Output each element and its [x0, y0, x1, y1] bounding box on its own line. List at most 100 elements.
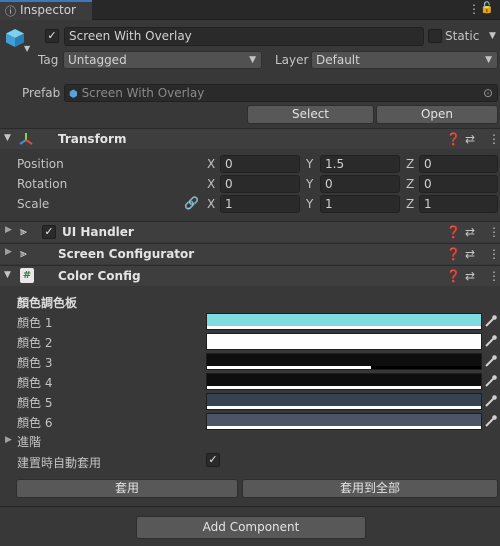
color-label: 顏色 3	[17, 356, 53, 370]
color-label: 顏色 6	[17, 416, 53, 430]
foldout-collapsed-icon[interactable]: ▶	[5, 435, 12, 445]
position-y-field[interactable]: 1.5	[320, 155, 400, 173]
foldout-expanded-icon[interactable]: ▼	[4, 133, 11, 143]
alpha-bar	[207, 406, 481, 409]
gameobject-cube-icon[interactable]	[4, 27, 26, 49]
position-x-field[interactable]: 0	[220, 155, 300, 173]
scale-z-axis: Z	[406, 197, 415, 211]
add-component-button[interactable]: Add Component	[136, 516, 366, 539]
transform-title: Transform	[58, 132, 127, 146]
chevron-down-icon: ▼	[485, 55, 492, 65]
scale-label: Scale	[17, 197, 50, 211]
foldout-collapsed-icon[interactable]: ▶	[5, 247, 12, 257]
eyedropper-icon[interactable]	[484, 374, 500, 390]
position-z-field[interactable]: 0	[419, 155, 498, 173]
script-icon: ⫸	[20, 224, 27, 238]
scale-y-field[interactable]: 1	[320, 195, 400, 213]
color-config-title: Color Config	[58, 269, 141, 283]
color-swatch[interactable]	[206, 353, 482, 370]
eyedropper-icon[interactable]	[484, 394, 500, 410]
chevron-down-icon: ▼	[249, 55, 256, 65]
color-swatch[interactable]	[206, 333, 482, 350]
ui-handler-header[interactable]: ▶ ⫸ ✓ UI Handler ❓ ⇄ ⋮	[0, 221, 500, 242]
scale-x-axis: X	[207, 197, 216, 211]
select-button[interactable]: Select	[247, 105, 374, 124]
alpha-bar	[207, 386, 481, 389]
prefab-label: Prefab	[22, 86, 61, 100]
script-icon: ⫸	[20, 246, 27, 260]
rotation-x-field[interactable]: 0	[220, 175, 300, 193]
scale-x-field[interactable]: 1	[220, 195, 300, 213]
screen-configurator-header[interactable]: ▶ ⫸ Screen Configurator ❓ ⇄ ⋮	[0, 243, 500, 264]
alpha-bar	[207, 366, 372, 369]
open-button[interactable]: Open	[376, 105, 498, 124]
link-icon[interactable]: 🔗	[184, 196, 199, 210]
more-options-icon[interactable]: ⋮	[488, 269, 500, 283]
help-icon[interactable]: ❓	[446, 225, 461, 239]
eyedropper-icon[interactable]	[484, 414, 500, 430]
rotation-x-axis: X	[207, 177, 216, 191]
advanced-foldout-label[interactable]: 進階	[17, 433, 41, 450]
screen-configurator-title: Screen Configurator	[58, 247, 195, 261]
prefab-field[interactable]: ⬢ Screen With Overlay ⊙	[64, 84, 498, 102]
target-icon[interactable]: ⊙	[483, 85, 493, 101]
more-options-icon[interactable]: ⋮	[488, 225, 500, 239]
rotation-y-field[interactable]: 0	[320, 175, 400, 193]
auto-apply-checkbox[interactable]: ✓	[206, 453, 220, 467]
color-swatch[interactable]	[206, 313, 482, 330]
foldout-expanded-icon[interactable]: ▼	[4, 270, 11, 280]
lock-icon[interactable]: 🔓	[480, 1, 494, 14]
color-swatch[interactable]	[206, 373, 482, 390]
scale-y-axis: Y	[306, 197, 314, 211]
presets-icon[interactable]: ⇄	[465, 247, 475, 261]
info-icon: ⓘ	[5, 5, 16, 18]
eyedropper-icon[interactable]	[484, 314, 500, 330]
color-config-header[interactable]: ▼ # Color Config ❓ ⇄ ⋮	[0, 265, 500, 286]
static-checkbox[interactable]	[428, 29, 442, 43]
rotation-label: Rotation	[17, 177, 68, 191]
csharp-script-icon: #	[20, 268, 34, 283]
presets-icon[interactable]: ⇄	[465, 132, 475, 146]
apply-all-button[interactable]: 套用到全部	[242, 479, 498, 498]
transform-icon	[17, 130, 35, 148]
more-options-icon[interactable]: ⋮	[488, 132, 500, 146]
more-options-icon[interactable]: ⋮	[468, 2, 480, 16]
ui-handler-enabled-checkbox[interactable]: ✓	[42, 225, 56, 239]
foldout-collapsed-icon[interactable]: ▶	[5, 225, 12, 235]
position-z-axis: Z	[406, 157, 415, 171]
color-label: 顏色 5	[17, 396, 53, 410]
tab-inspector-label: Inspector	[20, 3, 76, 17]
presets-icon[interactable]: ⇄	[465, 225, 475, 239]
layer-dropdown[interactable]: Default ▼	[311, 51, 498, 69]
active-checkbox[interactable]: ✓	[45, 29, 59, 43]
rotation-z-field[interactable]: 0	[419, 175, 498, 193]
color-label: 顏色 2	[17, 336, 53, 350]
color-swatch[interactable]	[206, 393, 482, 410]
prefab-icon: ⬢	[69, 89, 78, 100]
apply-button[interactable]: 套用	[16, 479, 238, 498]
alpha-bar	[207, 326, 481, 329]
position-label: Position	[17, 157, 64, 171]
help-icon[interactable]: ❓	[446, 247, 461, 261]
layer-dropdown-value: Default	[316, 53, 360, 67]
more-options-icon[interactable]: ⋮	[488, 247, 500, 261]
alpha-bar	[207, 346, 481, 349]
scale-z-field[interactable]: 1	[419, 195, 498, 213]
eyedropper-icon[interactable]	[484, 354, 500, 370]
tab-inspector[interactable]: ⓘ Inspector	[0, 0, 92, 20]
static-label: Static	[445, 29, 480, 43]
object-name-field[interactable]: Screen With Overlay	[64, 27, 424, 46]
divider	[0, 506, 500, 507]
color-swatch[interactable]	[206, 413, 482, 430]
palette-header: 顏色調色板	[17, 296, 78, 310]
icon-dropdown-arrow[interactable]: ▼	[24, 44, 30, 53]
position-x-axis: X	[207, 157, 216, 171]
help-icon[interactable]: ❓	[446, 132, 461, 146]
tag-dropdown-value: Untagged	[68, 53, 127, 67]
transform-header[interactable]: ▼ Transform ❓ ⇄ ⋮	[0, 128, 500, 149]
eyedropper-icon[interactable]	[484, 334, 500, 350]
static-dropdown-arrow[interactable]: ▼	[489, 31, 496, 41]
presets-icon[interactable]: ⇄	[465, 269, 475, 283]
help-icon[interactable]: ❓	[446, 269, 461, 283]
tag-dropdown[interactable]: Untagged ▼	[63, 51, 262, 69]
